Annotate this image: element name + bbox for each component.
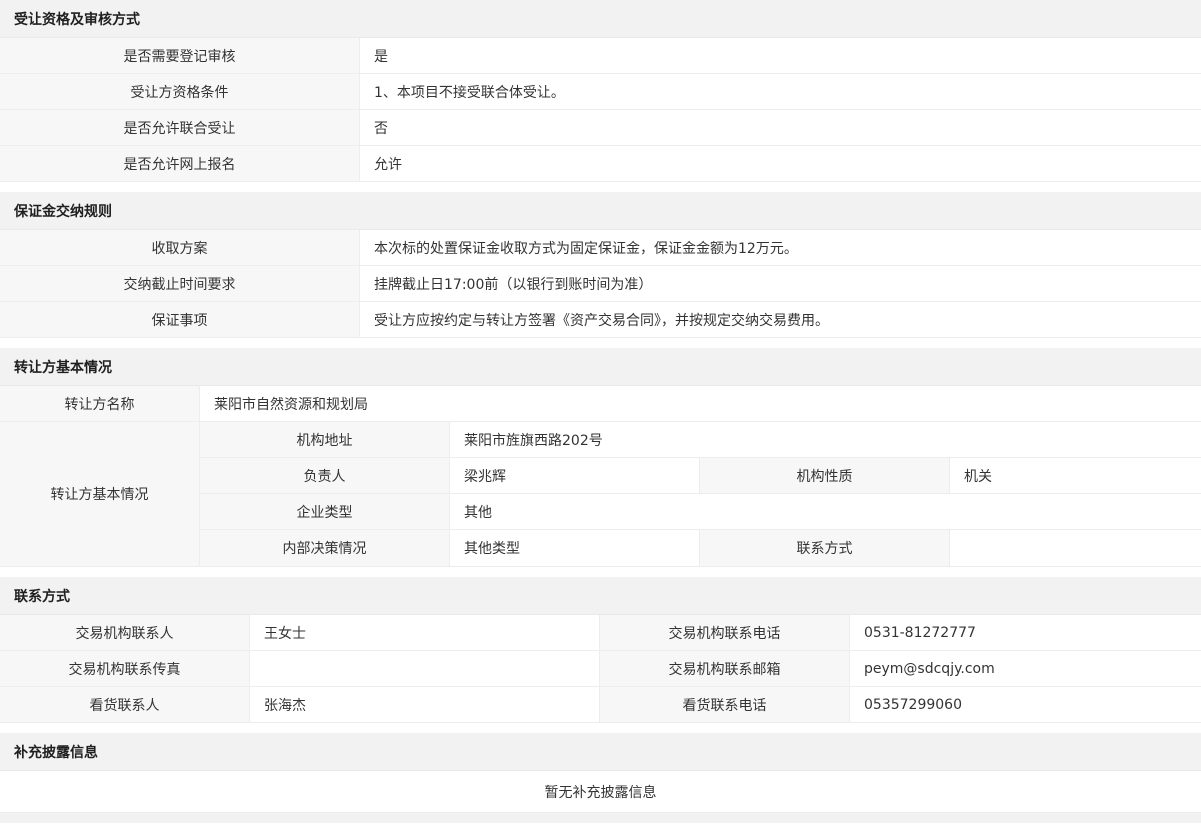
field-value-inspection-phone: 05357299060 [850,687,1201,722]
supplementary-empty-message: 暂无补充披露信息 [0,771,1201,813]
field-label-principal: 负责人 [200,458,450,493]
field-label-joint-transfer: 是否允许联合受让 [0,110,360,145]
field-label-agency-contact-person: 交易机构联系人 [0,615,250,650]
table-row: 负责人 梁兆辉 机构性质 机关 [200,458,1201,494]
section-contacts: 联系方式 交易机构联系人 王女士 交易机构联系电话 0531-81272777 … [0,577,1201,723]
transferor-detail-rows: 机构地址 莱阳市旌旗西路202号 负责人 梁兆辉 机构性质 机关 企业类型 其他… [200,422,1201,566]
section-gap [0,723,1201,733]
section-title-contacts: 联系方式 [0,577,1201,615]
table-row: 受让方资格条件 1、本项目不接受联合体受让。 [0,74,1201,110]
field-value-collection-plan: 本次标的处置保证金收取方式为固定保证金，保证金金额为12万元。 [360,230,1201,265]
table-row: 是否允许联合受让 否 [0,110,1201,146]
field-value-agency-fax [250,651,600,686]
section-transferor-info: 转让方基本情况 转让方名称 莱阳市自然资源和规划局 转让方基本情况 机构地址 莱… [0,348,1201,567]
asset-listing-detail-page: 受让资格及审核方式 是否需要登记审核 是 受让方资格条件 1、本项目不接受联合体… [0,0,1201,823]
table-row: 是否允许网上报名 允许 [0,146,1201,182]
section-qualification: 受让资格及审核方式 是否需要登记审核 是 受让方资格条件 1、本项目不接受联合体… [0,0,1201,182]
section-gap [0,182,1201,192]
field-value-internal-decision: 其他类型 [450,530,700,566]
field-label-transferor-contact: 联系方式 [700,530,950,566]
field-value-payment-deadline: 挂牌截止日17:00前（以银行到账时间为准） [360,266,1201,301]
field-label-agency-fax: 交易机构联系传真 [0,651,250,686]
transferor-detail-group: 转让方基本情况 机构地址 莱阳市旌旗西路202号 负责人 梁兆辉 机构性质 机关… [0,422,1201,567]
field-value-agency-email: peym@sdcqjy.com [850,651,1201,686]
field-value-transferor-name: 莱阳市自然资源和规划局 [200,386,1201,421]
field-value-org-nature: 机关 [950,458,1201,493]
section-title-supplementary-disclosure: 补充披露信息 [0,733,1201,771]
section-supplementary-disclosure: 补充披露信息 暂无补充披露信息 [0,733,1201,813]
field-value-org-address: 莱阳市旌旗西路202号 [450,422,1201,457]
field-value-joint-transfer: 否 [360,110,1201,145]
field-value-transferor-contact [950,530,1201,566]
field-label-inspection-phone: 看货联系电话 [600,687,850,722]
table-row: 机构地址 莱阳市旌旗西路202号 [200,422,1201,458]
bottom-cutoff-band [0,813,1201,823]
field-value-inspection-contact-person: 张海杰 [250,687,600,722]
table-row: 内部决策情况 其他类型 联系方式 [200,530,1201,566]
field-label-collection-plan: 收取方案 [0,230,360,265]
field-label-inspection-contact-person: 看货联系人 [0,687,250,722]
table-row: 保证事项 受让方应按约定与转让方签署《资产交易合同》，并按规定交纳交易费用。 [0,302,1201,338]
field-label-agency-email: 交易机构联系邮箱 [600,651,850,686]
field-value-principal: 梁兆辉 [450,458,700,493]
group-label-transferor-basic: 转让方基本情况 [0,422,200,566]
field-label-org-address: 机构地址 [200,422,450,457]
section-deposit-rules: 保证金交纳规则 收取方案 本次标的处置保证金收取方式为固定保证金，保证金金额为1… [0,192,1201,338]
field-value-online-signup: 允许 [360,146,1201,181]
field-value-registration-review: 是 [360,38,1201,73]
field-label-guarantee-matters: 保证事项 [0,302,360,337]
field-label-enterprise-type: 企业类型 [200,494,450,529]
table-row: 收取方案 本次标的处置保证金收取方式为固定保证金，保证金金额为12万元。 [0,230,1201,266]
field-label-agency-phone: 交易机构联系电话 [600,615,850,650]
section-title-transferor-info: 转让方基本情况 [0,348,1201,386]
table-row: 交易机构联系人 王女士 交易机构联系电话 0531-81272777 [0,615,1201,651]
section-gap [0,338,1201,348]
section-title-qualification: 受让资格及审核方式 [0,0,1201,38]
table-row: 交纳截止时间要求 挂牌截止日17:00前（以银行到账时间为准） [0,266,1201,302]
field-label-transferee-conditions: 受让方资格条件 [0,74,360,109]
section-gap [0,567,1201,577]
field-label-registration-review: 是否需要登记审核 [0,38,360,73]
field-value-enterprise-type: 其他 [450,494,1201,529]
section-title-deposit-rules: 保证金交纳规则 [0,192,1201,230]
table-row: 交易机构联系传真 交易机构联系邮箱 peym@sdcqjy.com [0,651,1201,687]
field-value-transferee-conditions: 1、本项目不接受联合体受让。 [360,74,1201,109]
field-value-guarantee-matters: 受让方应按约定与转让方签署《资产交易合同》，并按规定交纳交易费用。 [360,302,1201,337]
field-label-online-signup: 是否允许网上报名 [0,146,360,181]
field-label-payment-deadline: 交纳截止时间要求 [0,266,360,301]
table-row: 企业类型 其他 [200,494,1201,530]
field-label-transferor-name: 转让方名称 [0,386,200,421]
table-row: 看货联系人 张海杰 看货联系电话 05357299060 [0,687,1201,723]
table-row: 转让方名称 莱阳市自然资源和规划局 [0,386,1201,422]
field-label-org-nature: 机构性质 [700,458,950,493]
field-label-internal-decision: 内部决策情况 [200,530,450,566]
field-value-agency-phone: 0531-81272777 [850,615,1201,650]
table-row: 是否需要登记审核 是 [0,38,1201,74]
field-value-agency-contact-person: 王女士 [250,615,600,650]
